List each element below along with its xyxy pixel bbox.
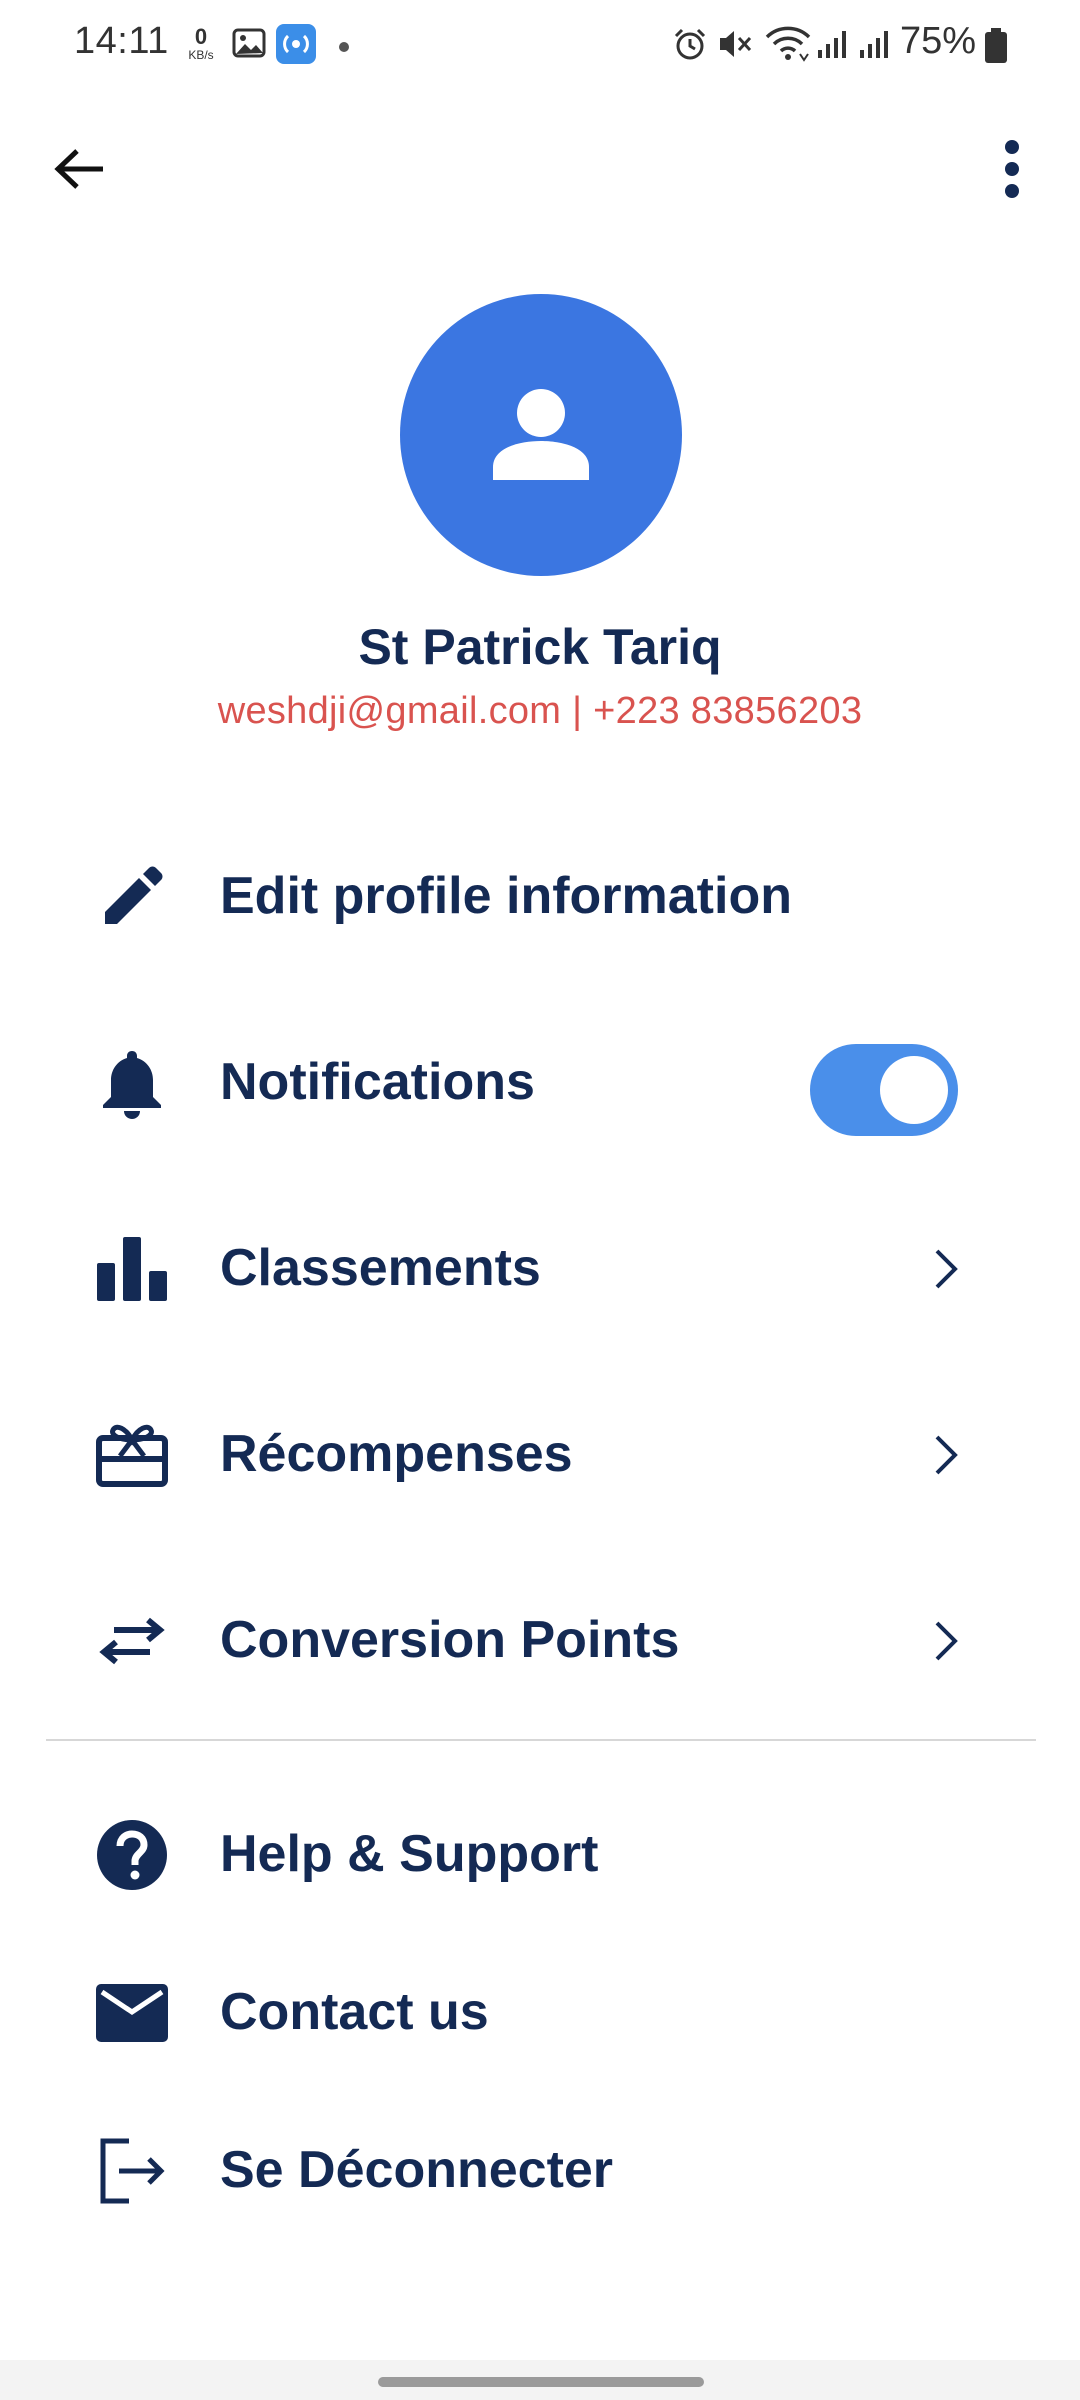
hotspot-app-icon xyxy=(276,24,316,69)
back-button[interactable] xyxy=(46,136,112,202)
pencil-icon xyxy=(92,857,172,937)
more-options-button[interactable] xyxy=(986,136,1038,202)
chevron-right-icon xyxy=(924,1614,968,1668)
mute-icon xyxy=(716,26,754,67)
help-circle-icon xyxy=(92,1815,172,1895)
notification-dot-icon xyxy=(338,40,350,58)
chevron-right-icon xyxy=(924,1428,968,1482)
menu-item-label: Conversion Points xyxy=(220,1611,680,1669)
battery-icon xyxy=(984,28,1008,69)
chevron-right-icon xyxy=(924,1242,968,1296)
network-speed-unit: KB/s xyxy=(188,48,214,62)
bell-icon xyxy=(92,1043,172,1123)
menu-item-label: Contact us xyxy=(220,1983,489,2041)
notifications-toggle[interactable] xyxy=(810,1044,958,1136)
wifi-icon xyxy=(764,24,812,69)
more-vertical-icon xyxy=(1005,140,1019,198)
toggle-knob xyxy=(880,1056,948,1124)
menu-item-label: Classements xyxy=(220,1239,541,1297)
bar-chart-icon xyxy=(92,1229,172,1309)
menu-item-label: Edit profile information xyxy=(220,867,792,925)
gift-card-icon xyxy=(92,1415,172,1495)
menu-item-contact-us[interactable]: Contact us xyxy=(0,1942,1080,2072)
status-time: 14:11 xyxy=(74,20,169,62)
menu-item-label: Help & Support xyxy=(220,1825,599,1883)
gallery-icon xyxy=(232,26,266,65)
mail-icon xyxy=(92,1973,172,2053)
section-divider xyxy=(46,1739,1036,1741)
person-icon xyxy=(493,389,589,480)
network-speed: 0 KB/s xyxy=(184,24,218,63)
network-speed-value: 0 xyxy=(194,24,208,49)
profile-contact: weshdji@gmail.com | +223 83856203 xyxy=(217,690,863,732)
menu-item-conversion-points[interactable]: Conversion Points xyxy=(0,1570,1080,1700)
avatar[interactable] xyxy=(400,294,682,576)
menu-item-classements[interactable]: Classements xyxy=(0,1198,1080,1328)
menu-item-logout[interactable]: Se Déconnecter xyxy=(0,2100,1080,2230)
menu-item-label: Récompenses xyxy=(220,1425,573,1483)
menu-item-notifications[interactable]: Notifications xyxy=(0,1012,1080,1142)
signal-2-icon xyxy=(858,28,890,65)
logout-icon xyxy=(92,2131,172,2211)
alarm-icon xyxy=(672,26,708,67)
arrow-left-icon xyxy=(54,149,103,189)
status-bar: 14:11 0 KB/s 75% xyxy=(0,0,1080,90)
menu-item-recompenses[interactable]: Récompenses xyxy=(0,1384,1080,1514)
menu-item-label: Notifications xyxy=(220,1053,535,1111)
signal-1-icon xyxy=(816,28,848,65)
profile-name: St Patrick Tariq xyxy=(358,619,722,675)
menu-item-edit-profile[interactable]: Edit profile information xyxy=(0,826,1080,956)
menu-item-label: Se Déconnecter xyxy=(220,2141,614,2199)
swap-arrows-icon xyxy=(92,1601,172,1681)
battery-percent: 75% xyxy=(900,20,977,62)
menu-item-help-support[interactable]: Help & Support xyxy=(0,1784,1080,1914)
home-gesture-bar[interactable] xyxy=(378,2377,704,2387)
